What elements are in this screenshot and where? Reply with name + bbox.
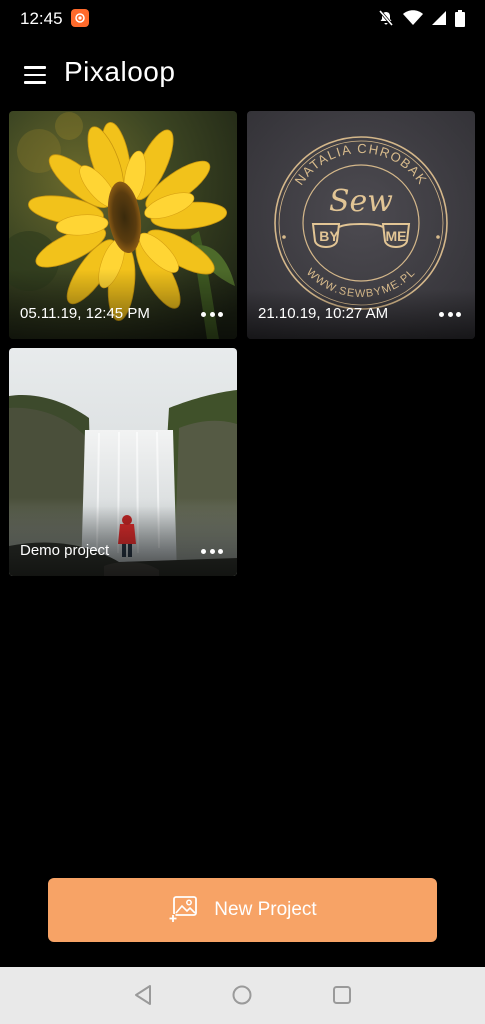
home-icon[interactable] xyxy=(231,984,253,1006)
project-date-label: 21.10.19, 10:27 AM xyxy=(258,305,389,322)
project-date-label: 05.11.19, 12:45 PM xyxy=(20,305,150,322)
more-options-icon[interactable] xyxy=(201,309,223,319)
stamp-me-text: ME xyxy=(386,228,407,244)
navigation-bar xyxy=(0,967,485,1024)
more-options-icon[interactable] xyxy=(201,546,223,556)
battery-icon xyxy=(455,9,465,27)
app-notification-icon xyxy=(71,9,89,27)
app-bar: Pixaloop xyxy=(0,48,485,104)
more-options-icon[interactable] xyxy=(439,309,461,319)
status-bar: 12:45 xyxy=(0,0,485,36)
new-project-button[interactable]: New Project xyxy=(48,878,437,942)
app-title: Pixaloop xyxy=(64,56,176,87)
wifi-icon xyxy=(403,10,423,25)
stamp-script-text: Sew xyxy=(329,184,393,219)
new-project-label: New Project xyxy=(214,899,317,920)
project-name-label: Demo project xyxy=(20,542,110,559)
add-photo-icon xyxy=(168,896,198,923)
stamp-by-text: BY xyxy=(319,228,339,244)
status-time: 12:45 xyxy=(20,9,63,28)
mute-icon xyxy=(378,10,394,26)
back-icon[interactable] xyxy=(133,984,153,1006)
status-icons xyxy=(377,9,465,27)
project-card[interactable]: Demo project xyxy=(9,348,237,576)
card-shade xyxy=(9,269,237,339)
menu-icon[interactable] xyxy=(24,66,46,84)
signal-icon xyxy=(432,11,446,25)
project-card[interactable]: NATALIA CHROBAK WWW.SEWBYME.PL Sew BY ME… xyxy=(247,111,475,339)
card-shade xyxy=(9,506,237,576)
recents-icon[interactable] xyxy=(332,984,352,1006)
project-card[interactable]: 05.11.19, 12:45 PM xyxy=(9,111,237,339)
